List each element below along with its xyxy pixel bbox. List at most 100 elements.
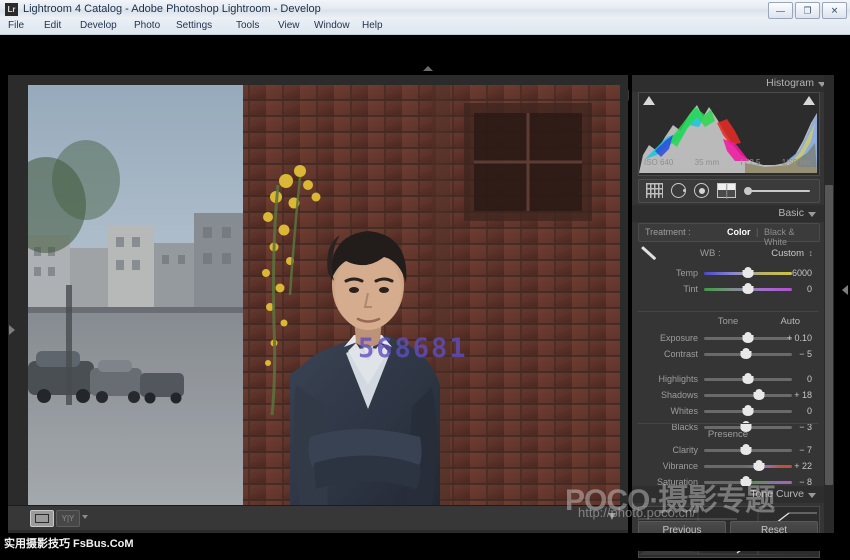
window-title-bar: Lr Lightroom 4 Catalog - Adobe Photoshop… xyxy=(0,0,850,20)
lightroom-app: Library|Develop|Map|Book|Slideshow|Print… xyxy=(0,35,850,551)
toolbar-collapse-caret-icon[interactable] xyxy=(608,513,616,519)
divider xyxy=(638,311,818,312)
slider-label: Tint xyxy=(638,284,698,294)
basic-panel-header[interactable]: Basic xyxy=(632,205,824,222)
histogram-title: Histogram xyxy=(766,77,814,89)
lightroom-icon: Lr xyxy=(5,3,18,16)
menu-item-view[interactable]: View xyxy=(278,20,300,31)
presence-section-header: Presence xyxy=(638,429,818,442)
maximize-button[interactable]: ❐ xyxy=(795,2,820,19)
highlight-clipping-icon[interactable] xyxy=(803,96,815,105)
slider-value[interactable]: − 7 xyxy=(772,445,812,455)
treatment-color-option[interactable]: Color xyxy=(727,227,751,237)
slider-value[interactable]: 0 xyxy=(772,284,812,294)
wb-dropdown-icon[interactable]: ↕ xyxy=(809,248,814,258)
slider-value[interactable]: + 0.10 xyxy=(772,333,812,343)
slider-label: Shadows xyxy=(638,390,698,400)
photo-image xyxy=(28,85,620,505)
view-toolbar: Y|Y xyxy=(8,505,628,530)
slider-handle[interactable] xyxy=(743,267,754,278)
slider-highlights[interactable]: Highlights 0 xyxy=(638,373,818,386)
slider-handle[interactable] xyxy=(743,283,754,294)
slider-temp[interactable]: Temp 6000 xyxy=(638,267,818,280)
window-controls: — ❐ ✕ xyxy=(768,2,847,19)
image-display-area: 568681 xyxy=(8,75,628,543)
slider-label: Clarity xyxy=(638,445,698,455)
slider-label: Exposure xyxy=(638,333,698,343)
slider-handle[interactable] xyxy=(743,332,754,343)
window-title: Lightroom 4 Catalog - Adobe Photoshop Li… xyxy=(23,3,321,15)
slider-handle[interactable] xyxy=(743,373,754,384)
loupe-view-icon[interactable] xyxy=(30,510,54,527)
graduated-filter-tool-icon[interactable] xyxy=(717,183,736,198)
exif-aperture: f / 2.5 xyxy=(740,158,760,167)
menu-item-settings[interactable]: Settings xyxy=(176,20,212,31)
treatment-label: Treatment : xyxy=(645,227,691,237)
menu-item-file[interactable]: File xyxy=(8,20,24,31)
slider-handle[interactable] xyxy=(753,389,764,400)
photo-container[interactable]: 568681 xyxy=(28,85,620,505)
top-panel-toggle-arrow[interactable] xyxy=(423,66,433,71)
adjustment-brush-tool-icon[interactable] xyxy=(744,183,810,198)
exif-iso: ISO 640 xyxy=(644,158,673,167)
menu-item-edit[interactable]: Edit xyxy=(44,20,61,31)
exif-focal: 35 mm xyxy=(695,158,719,167)
red-eye-tool-icon[interactable] xyxy=(694,183,709,198)
menu-bar: File Edit Develop Photo Settings Tools View Win… xyxy=(0,19,850,35)
slider-whites[interactable]: Whites 0 xyxy=(638,405,818,418)
slider-value[interactable]: 0 xyxy=(772,374,812,384)
white-balance-row: WB : Custom ↕ xyxy=(638,243,818,265)
left-panel-toggle-arrow[interactable] xyxy=(9,325,15,335)
right-panel-scrollbar[interactable] xyxy=(824,75,834,543)
slider-value[interactable]: − 5 xyxy=(772,349,812,359)
auto-tone-button[interactable]: Auto xyxy=(780,316,800,327)
menu-item-photo[interactable]: Photo xyxy=(134,20,160,31)
eyedropper-icon[interactable] xyxy=(642,245,662,265)
slider-handle[interactable] xyxy=(753,460,764,471)
slider-label: Highlights xyxy=(638,374,698,384)
right-panel-toggle-arrow[interactable] xyxy=(842,285,848,295)
chevron-down-icon[interactable] xyxy=(808,212,816,217)
develop-tool-strip xyxy=(638,179,820,203)
crop-overlay-tool-icon[interactable] xyxy=(646,183,663,198)
minimize-button[interactable]: — xyxy=(768,2,793,19)
exif-info: ISO 640 35 mm f / 2.5 1/50 sec xyxy=(638,158,818,167)
maximize-icon: ❐ xyxy=(803,6,811,15)
wb-value[interactable]: Custom xyxy=(771,248,804,259)
slider-contrast[interactable]: Contrast− 5 xyxy=(638,348,818,361)
treatment-divider: | xyxy=(756,227,758,237)
menu-item-tools[interactable]: Tools xyxy=(236,20,259,31)
slider-clarity[interactable]: Clarity − 7 xyxy=(638,444,818,457)
menu-item-window[interactable]: Window xyxy=(314,20,350,31)
close-button[interactable]: ✕ xyxy=(822,2,847,19)
menu-item-help[interactable]: Help xyxy=(362,20,383,31)
menu-item-develop[interactable]: Develop xyxy=(80,20,117,31)
slider-value[interactable]: + 22 xyxy=(772,461,812,471)
histogram-panel-header[interactable]: Histogram xyxy=(632,75,834,92)
view-options-caret-icon[interactable] xyxy=(82,515,88,519)
exif-shutter: 1/50 sec xyxy=(782,158,812,167)
slider-handle[interactable] xyxy=(743,405,754,416)
slider-label: Temp xyxy=(638,268,698,278)
minimize-icon: — xyxy=(776,6,785,15)
slider-value[interactable]: 0 xyxy=(772,406,812,416)
tone-section-header: Tone Auto xyxy=(638,316,818,329)
slider-exposure[interactable]: Exposure + 0.10 xyxy=(638,332,818,345)
slider-tint[interactable]: Tint 0 xyxy=(638,283,818,296)
close-icon: ✕ xyxy=(831,6,839,15)
slider-value[interactable]: + 18 xyxy=(772,390,812,400)
scrollbar-thumb[interactable] xyxy=(825,185,833,485)
slider-handle[interactable] xyxy=(741,444,752,455)
spot-removal-tool-icon[interactable] xyxy=(671,183,686,198)
slider-value[interactable]: 6000 xyxy=(772,268,812,278)
slider-vibrance[interactable]: Vibrance+ 22 xyxy=(638,460,818,473)
presence-label: Presence xyxy=(638,429,818,440)
treatment-row: Treatment : Color | Black & White xyxy=(638,223,820,242)
basic-title: Basic xyxy=(778,207,804,219)
slider-shadows[interactable]: Shadows + 18 xyxy=(638,389,818,402)
compare-view-button[interactable]: Y|Y xyxy=(56,510,80,527)
shadow-clipping-icon[interactable] xyxy=(643,96,655,105)
divider xyxy=(638,423,818,424)
slider-label: Whites xyxy=(638,406,698,416)
slider-handle[interactable] xyxy=(741,348,752,359)
